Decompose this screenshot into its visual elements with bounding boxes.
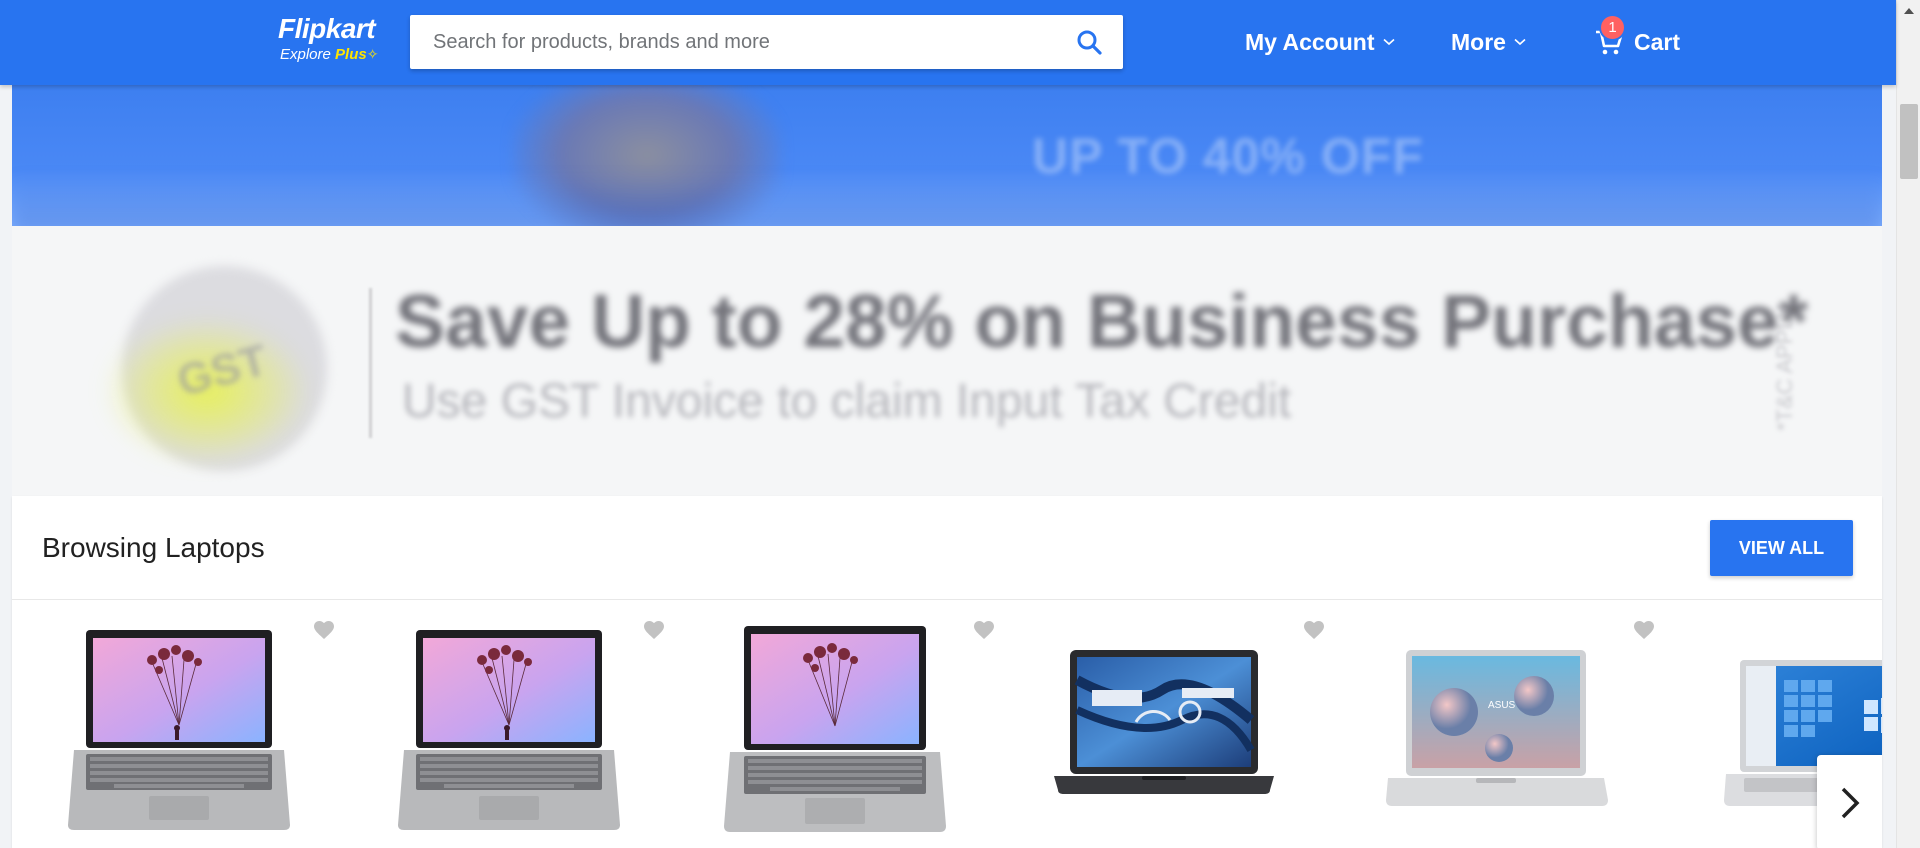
product-carousel: ASUS xyxy=(12,600,1882,848)
section-header: Browsing Laptops VIEW ALL xyxy=(12,496,1882,600)
my-account-label: My Account xyxy=(1245,28,1375,55)
search-box xyxy=(410,15,1123,69)
gst-banner[interactable]: GST Save Up to 28% on Business Purchase*… xyxy=(12,226,1882,496)
scrollbar-thumb[interactable] xyxy=(1900,104,1918,179)
chevron-right-icon xyxy=(1841,787,1859,818)
heart-icon[interactable] xyxy=(972,618,996,642)
top-header: Flipkart Explore Plus✧ My Account More 1… xyxy=(0,0,1896,85)
cart-link[interactable]: 1 Cart xyxy=(1594,14,1681,62)
laptop-image xyxy=(398,630,620,830)
logo-sub-text: Explore Plus✧ xyxy=(280,44,393,65)
promo-text: UP TO 40% OFF xyxy=(1032,128,1424,184)
product-card[interactable] xyxy=(42,600,372,848)
chevron-down-icon xyxy=(1514,38,1526,46)
laptop-image xyxy=(724,626,946,832)
banner-shade xyxy=(12,175,1882,226)
section-title: Browsing Laptops xyxy=(42,532,265,563)
logo-explore: Explore xyxy=(280,46,336,63)
product-card[interactable]: ASUS xyxy=(1362,600,1692,848)
heart-icon[interactable] xyxy=(1302,618,1326,642)
logo-plus: Plus xyxy=(335,46,367,63)
promo-banner[interactable]: UP TO 40% OFF xyxy=(12,85,1882,226)
laptop-image xyxy=(1054,650,1274,794)
product-card[interactable] xyxy=(372,600,702,848)
browsing-laptops-section: Browsing Laptops VIEW ALL ASUS xyxy=(12,496,1882,848)
chevron-up-icon xyxy=(1904,8,1914,14)
flipkart-logo[interactable]: Flipkart Explore Plus✧ xyxy=(278,14,393,66)
gst-subtitle: Use GST Invoice to claim Input Tax Credi… xyxy=(402,375,1292,428)
gst-title: Save Up to 28% on Business Purchase* xyxy=(395,279,1809,363)
page-scrollbar[interactable] xyxy=(1896,0,1920,848)
scroll-up-button[interactable] xyxy=(1897,0,1920,22)
heart-icon[interactable] xyxy=(642,618,666,642)
product-card[interactable] xyxy=(702,600,1032,848)
search-button[interactable] xyxy=(1055,15,1123,69)
gst-terms: *T&C APPLY xyxy=(1772,304,1797,431)
laptop-image xyxy=(68,630,290,830)
gst-divider xyxy=(369,288,372,438)
asus-brand-mark: ASUS xyxy=(1488,700,1516,711)
cart-label: Cart xyxy=(1634,28,1681,55)
carousel-next-button[interactable] xyxy=(1817,755,1882,848)
more-menu[interactable]: More xyxy=(1451,22,1526,62)
product-card[interactable] xyxy=(1032,600,1362,848)
cart-count-badge: 1 xyxy=(1599,14,1626,41)
chevron-down-icon xyxy=(1382,38,1395,46)
search-icon xyxy=(1077,30,1102,55)
heart-icon[interactable] xyxy=(1632,618,1656,642)
logo-main-text: Flipkart xyxy=(278,13,376,44)
laptop-image: ASUS xyxy=(1386,650,1608,806)
heart-icon[interactable] xyxy=(312,618,336,642)
view-all-button[interactable]: VIEW ALL xyxy=(1710,520,1853,576)
my-account-menu[interactable]: My Account xyxy=(1245,22,1395,62)
more-label: More xyxy=(1451,28,1506,55)
plus-star-icon: ✧ xyxy=(366,46,379,62)
cart-icon-wrap: 1 xyxy=(1594,14,1626,57)
search-input[interactable] xyxy=(410,15,1060,69)
